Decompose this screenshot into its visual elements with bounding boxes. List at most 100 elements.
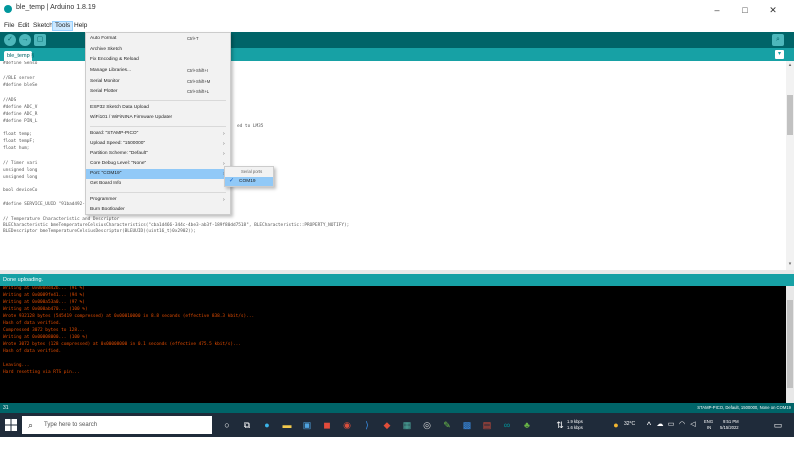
menu-item-serial-monitor[interactable]: Serial Monitor Ctrl+Shift+M (86, 77, 230, 87)
editor-scrollbar[interactable]: ▴ ▾ (786, 61, 794, 270)
verify-button[interactable]: ✓ (4, 34, 16, 46)
edge-icon[interactable]: ● (261, 419, 273, 431)
console-line: Hash of data verified. (3, 349, 62, 354)
task-view-icon[interactable]: ⧉ (241, 419, 253, 431)
scroll-up-icon[interactable]: ▴ (787, 62, 793, 68)
arduino-taskbar-icon[interactable]: ∞ (501, 419, 513, 431)
powerpoint-icon[interactable]: ▤ (481, 419, 493, 431)
menu-item-programmer[interactable]: Programmer › (86, 195, 230, 205)
console-line: Leaving... (3, 363, 30, 368)
language-top[interactable]: ENG (704, 419, 713, 424)
search-icon: ⌕ (28, 420, 34, 430)
media-app-icon[interactable]: ◆ (381, 419, 393, 431)
checkmark-icon: ✓ (229, 178, 235, 184)
minimize-button[interactable]: – (706, 2, 728, 18)
menu-file[interactable]: File (2, 21, 16, 31)
volume-icon[interactable]: ◁ (689, 419, 697, 431)
menu-item-port[interactable]: Port: "COM19"› (86, 169, 230, 179)
menu-item-serial-plotter[interactable]: Serial Plotter Ctrl+Shift+L (86, 87, 230, 97)
taskbar-search-box[interactable]: ⌕ Type here to search (22, 416, 212, 434)
menu-separator (90, 126, 226, 127)
code-line: //ADS (3, 98, 17, 103)
console-line: Hard resetting via RTS pin... (3, 370, 80, 375)
tools-menu: Auto Format Ctrl+T Archive Sketch Fix Enc… (85, 32, 231, 215)
console-line: Writing at 0x000ab470... (100 %) (3, 307, 88, 312)
tab-menu-button[interactable]: ▾ (775, 50, 784, 59)
menu-separator (90, 100, 226, 101)
menu-item-upload-speed[interactable]: Upload Speed: "1500000" › (86, 139, 230, 149)
editor-scroll-thumb[interactable] (787, 95, 793, 135)
menu-help[interactable]: Help (72, 21, 89, 31)
battery-icon[interactable]: ▭ (667, 419, 675, 431)
chevron-right-icon: › (223, 141, 225, 147)
status-message: Done uploading. (3, 277, 44, 283)
menu-item-manage-libraries[interactable]: Manage Libraries... Ctrl+Shift+I (86, 66, 230, 76)
console-line: Writing at 0x00008000... (100 %) (3, 335, 88, 340)
screen: ble_temp | Arduino 1.8.19 – □ ✕ File Edi… (0, 0, 794, 454)
chrome-icon[interactable]: ◉ (341, 419, 353, 431)
chevron-right-icon: › (223, 151, 225, 157)
arduino-logo-icon (4, 5, 12, 13)
menu-item-archive-sketch[interactable]: Archive Sketch (86, 45, 230, 55)
code-line: #define ADC_V (3, 105, 38, 110)
line-number: 31 (3, 405, 9, 411)
clock-date[interactable]: 5/15/2022 (720, 425, 739, 430)
console-scroll-thumb[interactable] (787, 300, 793, 388)
game-app-icon[interactable]: ♣ (521, 419, 533, 431)
window-title: ble_temp | Arduino 1.8.19 (16, 4, 96, 11)
file-explorer-icon[interactable]: ▬ (281, 419, 293, 431)
menu-item-burn-bootloader[interactable]: Burn Bootloader (86, 205, 230, 215)
store-icon[interactable]: ▣ (301, 419, 313, 431)
menu-bar: File Edit Sketch Tools Help (0, 20, 794, 32)
upload-button[interactable]: → (19, 34, 31, 46)
photos-icon[interactable]: ▩ (461, 419, 473, 431)
close-button[interactable]: ✕ (762, 2, 784, 18)
new-sketch-button[interactable]: ▢ (34, 34, 46, 46)
scroll-down-icon[interactable]: ▾ (787, 261, 793, 267)
cortana-icon[interactable]: ○ (221, 419, 233, 431)
tab-ble-temp[interactable]: ble_temp § (4, 51, 34, 61)
windows-start-icon[interactable] (4, 418, 18, 432)
office-icon[interactable]: ◼ (321, 419, 333, 431)
console-line: Wrote 932128 bytes (545419 compressed) a… (3, 314, 255, 319)
pen-app-icon[interactable]: ✎ (441, 419, 453, 431)
network-down-speed: 1.6 kbps (567, 425, 583, 430)
menu-item-board[interactable]: Board: "STAMP-PICO" › (86, 129, 230, 139)
menu-item-auto-format[interactable]: Auto Format Ctrl+T (86, 34, 230, 44)
clock-time[interactable]: 9:51 PM (723, 419, 739, 424)
menu-item-esp32-data-upload[interactable]: ESP32 Sketch Data Upload (86, 103, 230, 113)
wifi-icon[interactable]: ◠ (678, 419, 686, 431)
taskbar: ⌕ Type here to search ○ ⧉ ● ▬ ▣ ◼ ◉ ⟩ ◆ … (0, 413, 794, 437)
code-line: float tempF; (3, 139, 35, 144)
settings-app-icon[interactable]: ◎ (421, 419, 433, 431)
network-speed-icon: ⇅ (556, 420, 564, 430)
console-line: Writing at 0x000a53a0... (97 %) (3, 300, 85, 305)
search-placeholder: Type here to search (44, 422, 98, 428)
vscode-icon[interactable]: ⟩ (361, 419, 373, 431)
menu-item-partition-scheme[interactable]: Partition Scheme: "Default" › (86, 149, 230, 159)
onedrive-icon[interactable]: ☁ (656, 419, 664, 431)
code-line: unsigned long (3, 168, 38, 173)
chevron-up-icon[interactable]: ^ (645, 419, 653, 431)
menu-item-fix-encoding[interactable]: Fix Encoding & Reload (86, 55, 230, 65)
menu-item-get-board-info[interactable]: Get Board Info (86, 179, 230, 189)
notes-app-icon[interactable]: ▦ (401, 419, 413, 431)
network-up-speed: 1.9 kbps (567, 419, 583, 424)
title-bar: ble_temp | Arduino 1.8.19 – □ ✕ (0, 0, 794, 20)
language-bottom[interactable]: IN (707, 425, 711, 430)
menu-tools[interactable]: Tools (52, 21, 74, 31)
menu-item-firmware-updater[interactable]: WiFi101 / WiFiNINA Firmware Updater (86, 113, 230, 123)
weather-temp: 32°C (624, 421, 636, 427)
weather-icon[interactable]: ● (610, 419, 622, 431)
code-line: float hum; (3, 146, 30, 151)
notification-icon[interactable]: ▭ (772, 419, 784, 431)
port-option-com19[interactable]: ✓ COM19 (225, 177, 273, 186)
console-line: Wrote 3072 bytes (128 compressed) at 0x0… (3, 342, 241, 347)
submenu-header: Serial ports (241, 169, 263, 174)
menu-item-core-debug-level[interactable]: Core Debug Level: "None" › (86, 159, 230, 169)
maximize-button[interactable]: □ (734, 2, 756, 18)
menu-edit[interactable]: Edit (16, 21, 31, 31)
serial-monitor-button[interactable]: ⌕ (772, 34, 784, 46)
menu-separator (90, 192, 226, 193)
code-line: // Timer vari (3, 161, 38, 166)
